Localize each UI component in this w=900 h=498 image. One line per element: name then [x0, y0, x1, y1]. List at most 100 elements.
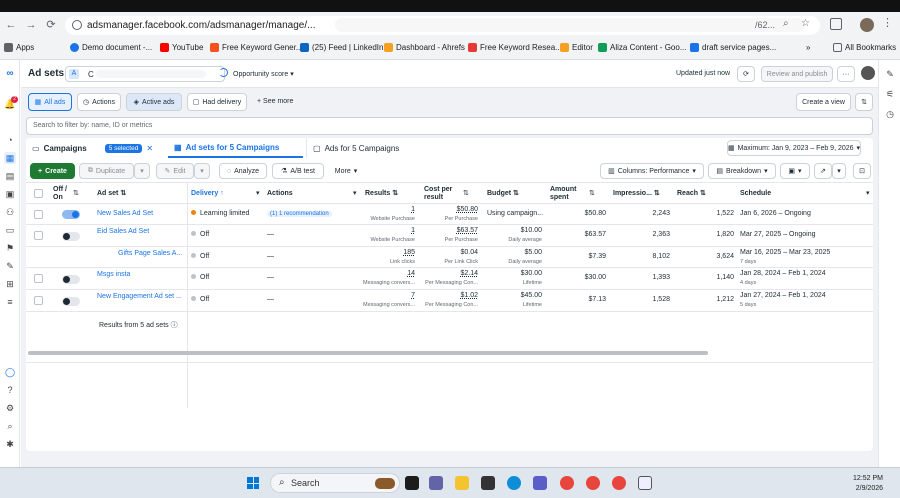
sort-icon[interactable]: ⇅	[589, 189, 595, 197]
col-delivery[interactable]: Delivery ↑	[191, 183, 224, 203]
adset-name[interactable]: Gifts Page Sales A...	[118, 250, 182, 257]
bookmark-aliza[interactable]: Aliza Content - Goo...	[598, 43, 686, 52]
col-reach[interactable]: Reach ⇅	[677, 183, 706, 203]
bookmark-demo[interactable]: Demo document -...	[70, 43, 152, 52]
ab-test-button[interactable]: ⚗ A/B test	[272, 163, 324, 179]
duplicate-button[interactable]: ⧉ Duplicate	[79, 163, 134, 179]
refresh-button[interactable]: ⟳	[737, 66, 755, 82]
more-bookmarks-icon[interactable]: »	[806, 43, 810, 52]
more-button[interactable]: More ▾	[328, 163, 364, 179]
had-delivery-view[interactable]: ▢ Had delivery	[187, 93, 247, 111]
user-avatar[interactable]	[861, 66, 875, 80]
profile-avatar[interactable]	[860, 18, 874, 32]
table-row[interactable]: New Sales Ad Set Learning limited (1) 1 …	[26, 204, 873, 225]
view-settings-button[interactable]: ⇅	[855, 93, 873, 111]
breakdown-selector[interactable]: ▤ Breakdown ▾	[708, 163, 776, 179]
audiences-icon[interactable]: ⚇	[4, 206, 16, 218]
all-bookmarks[interactable]: All Bookmarks	[833, 43, 896, 52]
col-offon[interactable]: Off / On	[53, 184, 67, 204]
info-icon[interactable]: ⓘ	[171, 322, 178, 329]
opportunity-score[interactable]: Opportunity score ▾	[233, 70, 294, 78]
site-info-icon[interactable]	[72, 20, 82, 30]
meta-ai-icon[interactable]: ◯	[4, 366, 16, 378]
chevron-down-icon[interactable]: ▾	[353, 189, 357, 197]
export-button[interactable]: ⇗	[814, 163, 832, 179]
catalog-icon[interactable]: ⊞	[4, 278, 16, 290]
selected-badge[interactable]: 5 selected	[104, 143, 143, 153]
reload-icon[interactable]: ⟳	[44, 18, 58, 32]
sort-icon[interactable]: ⇅	[463, 189, 469, 197]
chevron-down-icon[interactable]: ▾	[866, 189, 870, 197]
task-view-icon[interactable]	[405, 476, 419, 490]
bookmark-draft[interactable]: draft service pages...	[690, 43, 776, 52]
bookmark-youtube[interactable]: YouTube	[160, 43, 203, 52]
account-selector[interactable]: A C	[65, 66, 225, 82]
all-tools-icon[interactable]: ≡	[4, 296, 16, 308]
table-row[interactable]: New Engagement Ad set ... Off — 7 Messag…	[26, 290, 873, 312]
snipping-tool-icon[interactable]	[638, 476, 652, 490]
filter-search-input[interactable]: Search to filter by: name, ID or metrics	[26, 117, 873, 135]
clear-selection-icon[interactable]: ✕	[146, 144, 153, 153]
row-checkbox[interactable]	[34, 210, 43, 219]
reports-icon[interactable]: ▣	[4, 188, 16, 200]
start-icon[interactable]	[247, 477, 259, 489]
pages-icon[interactable]: ▤	[4, 170, 16, 182]
table-row[interactable]: Eid Sales Ad Set Off — 1 Website Purchas…	[26, 225, 873, 247]
col-results[interactable]: Results ⇅	[365, 183, 398, 203]
col-adset[interactable]: Ad set ⇅	[97, 183, 126, 203]
analyze-button[interactable]: ◌ Analyze	[219, 163, 267, 179]
chrome-profile-2-icon[interactable]	[612, 476, 626, 490]
teams-icon[interactable]	[429, 476, 443, 490]
meta-logo-icon[interactable]: ∞	[4, 68, 16, 80]
create-button[interactable]: + Create	[30, 163, 75, 179]
duplicate-dropdown[interactable]: ▾	[134, 163, 150, 179]
search-icon[interactable]: ⌕	[783, 18, 789, 29]
row-toggle[interactable]	[62, 232, 80, 241]
adset-name[interactable]: Msgs insta	[97, 271, 130, 278]
all-ads-view[interactable]: ▦ All ads	[28, 93, 72, 111]
more-options-button[interactable]: ···	[837, 66, 855, 82]
address-bar[interactable]: adsmanager.facebook.com/adsmanager/manag…	[65, 16, 820, 35]
billing-icon[interactable]: ▭	[4, 224, 16, 236]
review-publish-button[interactable]: Review and publish	[761, 66, 833, 82]
row-checkbox[interactable]	[34, 296, 43, 305]
edit-icon[interactable]: ✎	[884, 68, 896, 80]
bookmark-editor[interactable]: Editor	[560, 43, 593, 52]
teams-work-icon[interactable]	[533, 476, 547, 490]
col-impressions[interactable]: Impressio... ⇅	[613, 183, 660, 203]
col-cost-per-result[interactable]: Cost per result	[424, 184, 452, 204]
sort-icon[interactable]: ⇅	[73, 189, 79, 197]
search-icon[interactable]: ⌕	[4, 420, 16, 432]
inspect-icon[interactable]: ⚟	[884, 88, 896, 100]
tab-adsets[interactable]: ▦ Ad sets for 5 Campaigns	[168, 138, 303, 158]
help-icon[interactable]: ?	[4, 384, 16, 396]
table-row[interactable]: Gifts Page Sales A... Off — 185 Link cli…	[26, 247, 873, 268]
edit-button[interactable]: ✎ Edit	[156, 163, 194, 179]
col-budget[interactable]: Budget ⇅	[487, 183, 519, 203]
bookmark-linkedin[interactable]: (25) Feed | LinkedIn	[300, 43, 383, 52]
table-row[interactable]: Msgs insta Off — 14 Messaging convers...…	[26, 268, 873, 290]
horizontal-scrollbar[interactable]	[28, 351, 708, 355]
overview-icon[interactable]: ◔	[4, 134, 16, 146]
actions-view[interactable]: ◷ Actions	[77, 93, 121, 111]
taskbar-search[interactable]: ⌕ Search	[270, 473, 400, 493]
menu-icon[interactable]: ⋮	[882, 16, 893, 29]
tab-campaigns[interactable]: ▭ Campaigns 5 selected ✕	[26, 138, 168, 158]
row-toggle[interactable]	[62, 275, 80, 284]
select-all-checkbox[interactable]	[34, 189, 43, 198]
clock-date[interactable]: 2/9/2026	[845, 485, 883, 492]
adset-name[interactable]: New Sales Ad Set	[97, 210, 153, 217]
settings-icon[interactable]: ⚙	[4, 402, 16, 414]
date-range-picker[interactable]: ▦ Maximum: Jan 9, 2023 – Feb 9, 2026 ▾	[727, 140, 861, 156]
edge-icon[interactable]	[507, 476, 521, 490]
columns-selector[interactable]: ▥ Columns: Performance ▾	[600, 163, 704, 179]
chrome-profile-icon[interactable]	[586, 476, 600, 490]
row-checkbox[interactable]	[34, 274, 43, 283]
see-more-views[interactable]: + See more	[257, 98, 293, 105]
recommendation-badge[interactable]: (1) 1 recommendation	[267, 211, 332, 217]
bookmark-keyword-research[interactable]: Free Keyword Resea...	[468, 43, 562, 52]
export-dropdown[interactable]: ▾	[832, 163, 846, 179]
active-ads-view[interactable]: ◈ Active ads	[126, 93, 182, 111]
forward-icon[interactable]: →	[24, 18, 38, 32]
create-view-button[interactable]: Create a view	[796, 93, 851, 111]
